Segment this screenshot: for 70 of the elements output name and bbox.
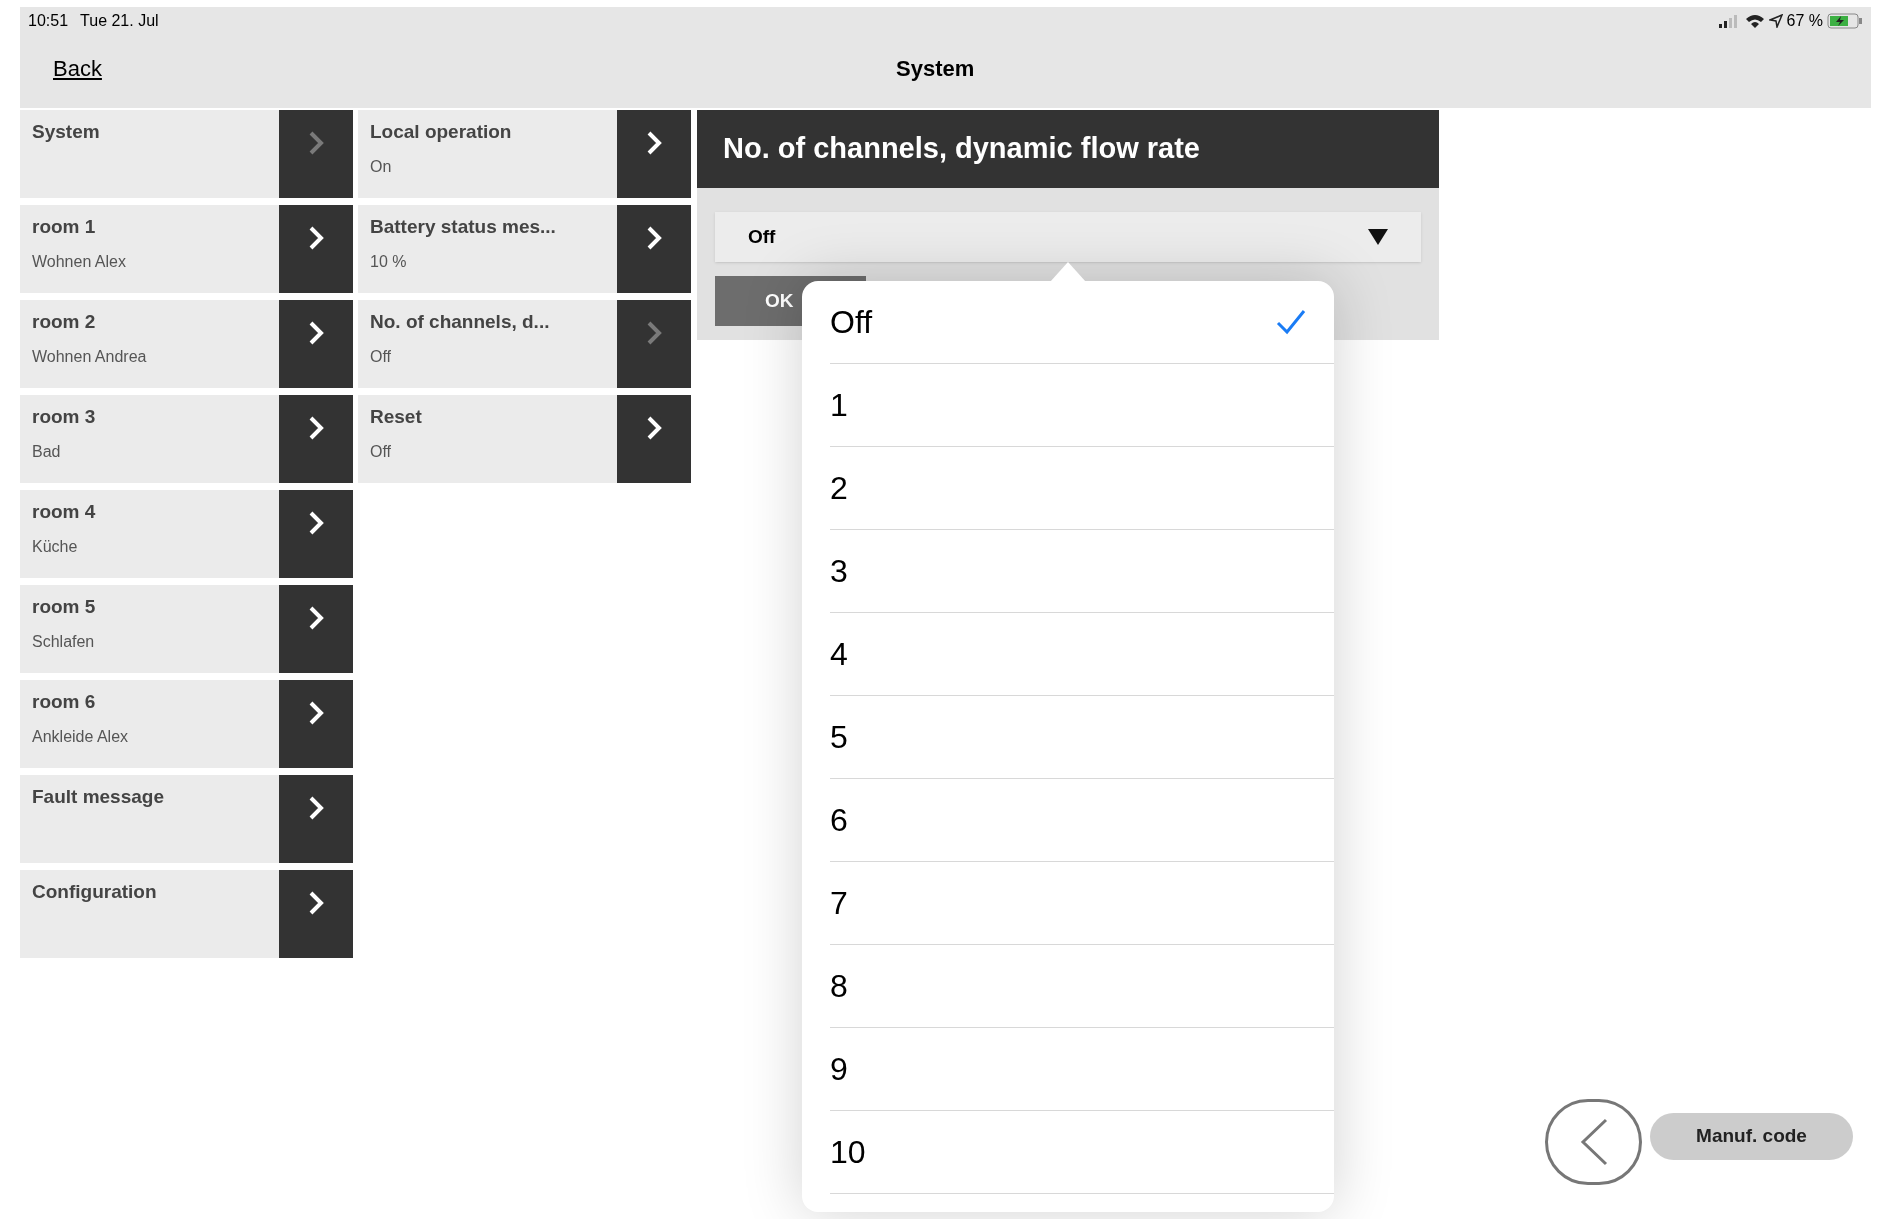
item-subtitle: Bad [32, 441, 62, 462]
picker-option[interactable]: 4 [830, 613, 1334, 696]
item-subtitle: On [370, 156, 393, 177]
item-title: Fault message [32, 785, 165, 809]
chevron-button[interactable] [617, 205, 691, 293]
item-subtitle: Schlafen [32, 631, 96, 652]
list-item[interactable]: room 3 Bad [20, 395, 279, 483]
item-title: Reset [370, 405, 423, 429]
item-title: room 2 [32, 310, 97, 334]
list-item[interactable]: Local operation On [358, 110, 617, 198]
picker-option[interactable]: 3 [830, 530, 1334, 613]
select-field[interactable]: Off [715, 212, 1421, 262]
item-title: Local operation [370, 120, 513, 144]
item-title: room 6 [32, 690, 97, 714]
list-item[interactable]: room 5 Schlafen [20, 585, 279, 673]
status-date: Tue 21. Jul [80, 11, 159, 31]
item-title: room 5 [32, 595, 97, 619]
item-title: No. of channels, d... [370, 310, 551, 334]
panel-header: No. of channels, dynamic flow rate [697, 110, 1439, 188]
chevron-button[interactable] [617, 395, 691, 483]
dropdown-triangle-icon [1368, 229, 1388, 245]
picker-option[interactable]: 5 [830, 696, 1334, 779]
chevron-button[interactable] [279, 870, 353, 958]
list-item[interactable]: Fault message [20, 775, 279, 863]
picker-option[interactable]: 2 [830, 447, 1334, 530]
status-time: 10:51 [28, 11, 69, 31]
item-subtitle: Wohnen Andrea [32, 346, 148, 367]
item-subtitle: Ankleide Alex [32, 726, 130, 747]
list-item[interactable]: room 1 Wohnen Alex [20, 205, 279, 293]
item-title: room 3 [32, 405, 97, 429]
list-item[interactable]: Reset Off [358, 395, 617, 483]
manuf-code-button[interactable]: Manuf. code [1650, 1113, 1853, 1160]
item-title: room 4 [32, 500, 97, 524]
chevron-button[interactable] [279, 775, 353, 863]
location-icon [1768, 14, 1783, 28]
chevron-button[interactable] [617, 110, 691, 198]
picker-option[interactable]: 7 [830, 862, 1334, 945]
nav-title: System [896, 54, 975, 83]
chevron-button[interactable] [279, 395, 353, 483]
picker-option[interactable]: 10 [830, 1111, 1334, 1194]
picker-option[interactable]: Off [830, 281, 1334, 364]
item-title: System [32, 120, 101, 144]
item-subtitle: Küche [32, 536, 79, 557]
chevron-button[interactable] [279, 300, 353, 388]
chevron-button[interactable] [279, 585, 353, 673]
back-link[interactable]: Back [53, 51, 102, 85]
list-item[interactable]: Configuration [20, 870, 279, 958]
item-title: room 1 [32, 215, 97, 239]
item-subtitle: Off [370, 441, 393, 462]
wifi-icon [1744, 14, 1765, 28]
list-item[interactable]: room 4 Küche [20, 490, 279, 578]
battery-percent: 67 % [1786, 11, 1823, 31]
chevron-button[interactable] [279, 490, 353, 578]
item-title: Configuration [32, 880, 158, 904]
list-item[interactable]: room 2 Wohnen Andrea [20, 300, 279, 388]
item-subtitle: Wohnen Alex [32, 251, 127, 272]
battery-icon [1827, 13, 1863, 29]
item-title: Battery status mes... [370, 215, 557, 239]
list-item[interactable]: Battery status mes... 10 % [358, 205, 617, 293]
picker-option[interactable]: 9 [830, 1028, 1334, 1111]
item-subtitle: 10 % [370, 251, 408, 272]
list-item[interactable]: room 6 Ankleide Alex [20, 680, 279, 768]
chevron-button[interactable] [279, 680, 353, 768]
item-subtitle: Off [370, 346, 393, 367]
picker-option[interactable]: 1 [830, 364, 1334, 447]
list-item[interactable]: No. of channels, d... Off [358, 300, 617, 388]
picker-option[interactable]: 6 [830, 779, 1334, 862]
picker-option[interactable]: 8 [830, 945, 1334, 1028]
list-item[interactable]: System [20, 110, 279, 198]
chevron-button[interactable] [279, 205, 353, 293]
